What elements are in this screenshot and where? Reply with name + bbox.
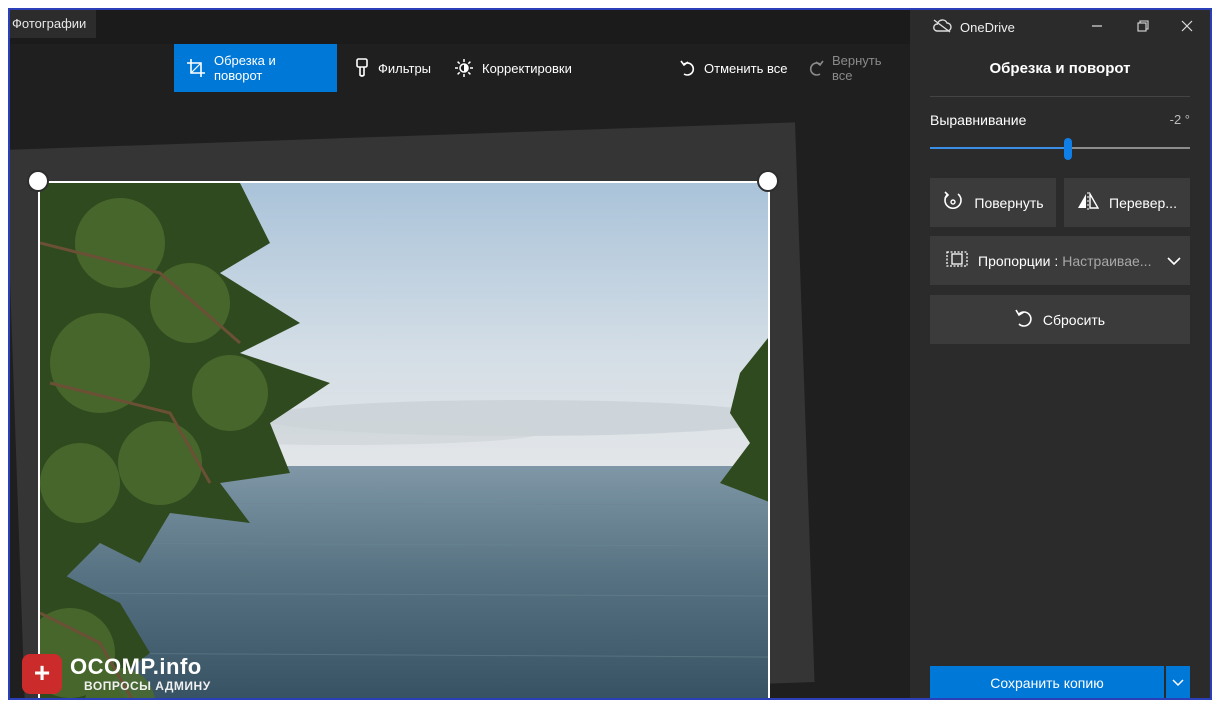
rotate-icon <box>942 190 964 215</box>
straighten-label: Выравнивание <box>930 112 1027 128</box>
slider-fill <box>930 147 1068 149</box>
close-icon <box>1181 19 1193 35</box>
panel-title: Обрезка и поворот <box>989 60 1131 77</box>
watermark-logo: + <box>22 654 62 694</box>
tab-adjustments[interactable]: Корректировки <box>442 44 584 92</box>
tab-crop-rotate-label: Обрезка и поворот <box>214 53 276 83</box>
aspect-ratio-dropdown[interactable]: Пропорции : Настраивае... <box>930 236 1190 285</box>
watermark-title: OCOMP.info <box>70 654 202 679</box>
aspect-ratio-label: Пропорции : <box>978 252 1059 269</box>
save-options-button[interactable] <box>1166 666 1190 698</box>
brush-icon <box>354 58 370 78</box>
crop-handle-top-right[interactable] <box>757 170 779 192</box>
tab-adjustments-label: Корректировки <box>482 60 572 76</box>
onedrive-status[interactable]: OneDrive <box>932 10 1015 44</box>
chevron-down-icon <box>1172 674 1184 692</box>
watermark-subtitle: ВОПРОСЫ АДМИНУ <box>84 679 211 693</box>
flip-button[interactable]: Перевер... <box>1064 178 1190 227</box>
flip-icon <box>1077 191 1100 213</box>
tab-filters[interactable]: Фильтры <box>342 44 443 92</box>
flip-label: Перевер... <box>1109 194 1177 211</box>
brightness-icon <box>454 58 474 78</box>
straighten-slider[interactable] <box>930 136 1190 160</box>
undo-all-button[interactable]: Отменить все <box>668 44 800 92</box>
photo-area <box>10 92 910 698</box>
restore-icon <box>1137 19 1149 35</box>
cloud-offline-icon <box>932 18 952 36</box>
minimize-button[interactable] <box>1074 10 1120 44</box>
crop-handle-top-left[interactable] <box>27 170 49 192</box>
onedrive-label: OneDrive <box>960 19 1015 35</box>
app-window: Фотографии Обрезка и поворот Фильтры Кор… <box>8 8 1212 700</box>
redo-all-button[interactable]: Вернуть все <box>796 44 910 92</box>
close-button[interactable] <box>1164 10 1210 44</box>
edit-toolbar: Обрезка и поворот Фильтры Корректировки … <box>10 44 910 92</box>
reset-label: Сбросить <box>1042 311 1106 328</box>
undo-all-label: Отменить все <box>704 60 788 76</box>
app-title: Фотографии <box>10 10 97 38</box>
minimize-icon <box>1091 19 1103 35</box>
redo-icon <box>808 59 824 77</box>
crop-icon <box>186 58 206 78</box>
aspect-ratio-icon <box>946 251 968 270</box>
photo-crop-region[interactable] <box>38 181 770 698</box>
slider-thumb[interactable] <box>1064 138 1072 160</box>
editor-canvas: Обрезка и поворот Фильтры Корректировки … <box>10 44 910 698</box>
redo-all-label: Вернуть все <box>832 53 882 83</box>
aspect-ratio-value: Настраивае... <box>1062 252 1152 269</box>
chevron-down-icon <box>1167 253 1182 269</box>
reset-icon <box>1015 308 1033 331</box>
undo-icon <box>680 59 696 77</box>
reset-button[interactable]: Сбросить <box>930 295 1190 344</box>
tab-filters-label: Фильтры <box>378 60 432 76</box>
crop-rotate-panel: OneDrive Обрезка и поворот Выравнивание … <box>910 10 1210 698</box>
site-watermark: + OCOMP.info ВОПРОСЫ АДМИНУ <box>22 654 242 696</box>
save-copy-button[interactable]: Сохранить копию <box>930 666 1164 698</box>
rotate-label: Повернуть <box>974 194 1044 211</box>
restore-button[interactable] <box>1120 10 1166 44</box>
straighten-value: -2 ° <box>1169 112 1190 127</box>
sea-photo <box>40 183 768 698</box>
window-controls: OneDrive <box>910 10 1210 44</box>
tab-crop-rotate[interactable]: Обрезка и поворот <box>174 44 337 92</box>
panel-divider <box>930 96 1190 97</box>
rotate-button[interactable]: Повернуть <box>930 178 1056 227</box>
